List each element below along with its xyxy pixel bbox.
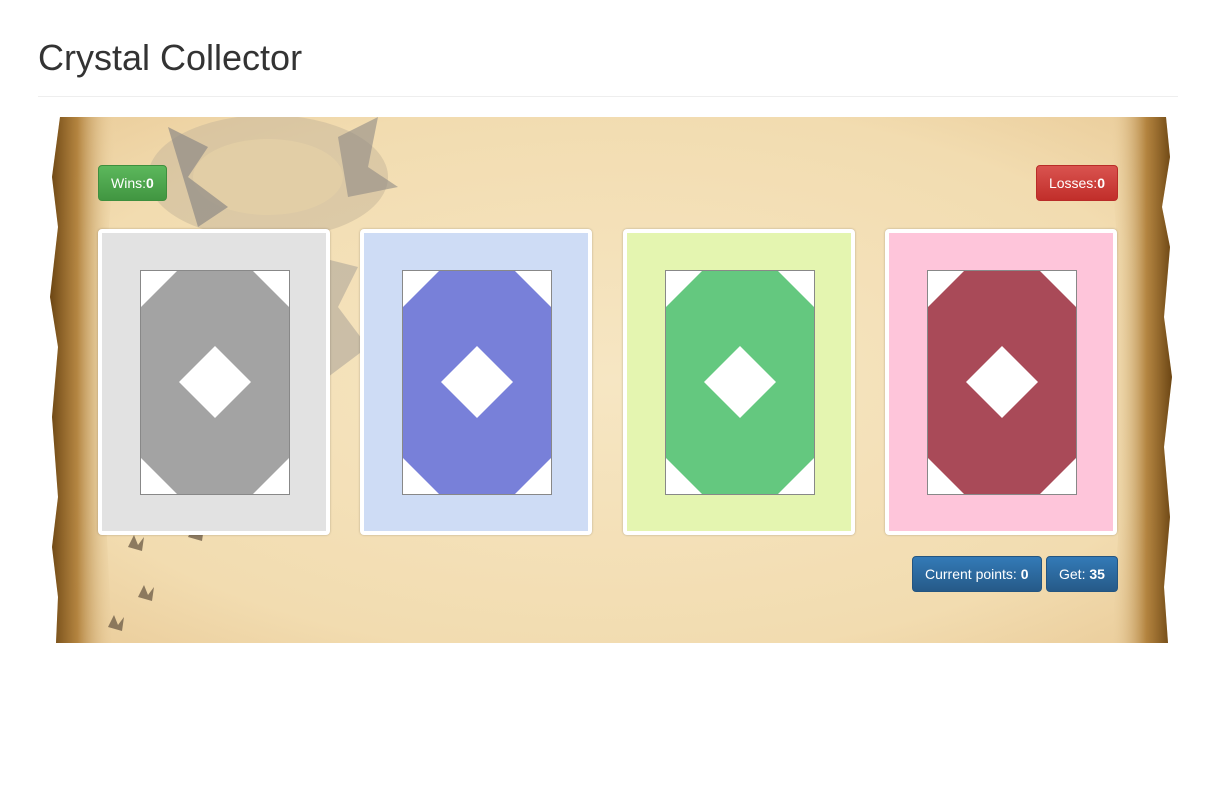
game-board: Wins:0 Losses:0 Current points: 0 Get: 3… [38, 117, 1178, 643]
crystal-icon [665, 270, 815, 495]
current-points-label: Current points: [925, 566, 1021, 582]
crystal-blue-button[interactable] [360, 229, 592, 535]
target-label: Get: [1059, 566, 1090, 582]
wins-label: Wins: [111, 175, 146, 191]
page-header: Crystal Collector [38, 0, 1178, 97]
crystal-icon [402, 270, 552, 495]
current-points-button[interactable]: Current points: 0 [912, 556, 1042, 592]
losses-badge[interactable]: Losses:0 [1035, 165, 1118, 201]
crystal-icon [927, 270, 1077, 495]
crystal-icon [140, 270, 290, 495]
wins-count: 0 [146, 175, 154, 191]
crystal-red-button[interactable] [885, 229, 1117, 535]
target-value: 35 [1089, 566, 1105, 582]
losses-label: Losses: [1048, 175, 1098, 191]
current-points-value: 0 [1020, 566, 1029, 582]
page-title: Crystal Collector [38, 37, 303, 78]
target-score-button[interactable]: Get: 35 [1046, 556, 1118, 592]
crystal-green-button[interactable] [623, 229, 855, 535]
losses-count: 0 [1097, 175, 1105, 191]
crystal-gray-button[interactable] [98, 229, 330, 535]
wins-badge[interactable]: Wins:0 [98, 165, 167, 201]
